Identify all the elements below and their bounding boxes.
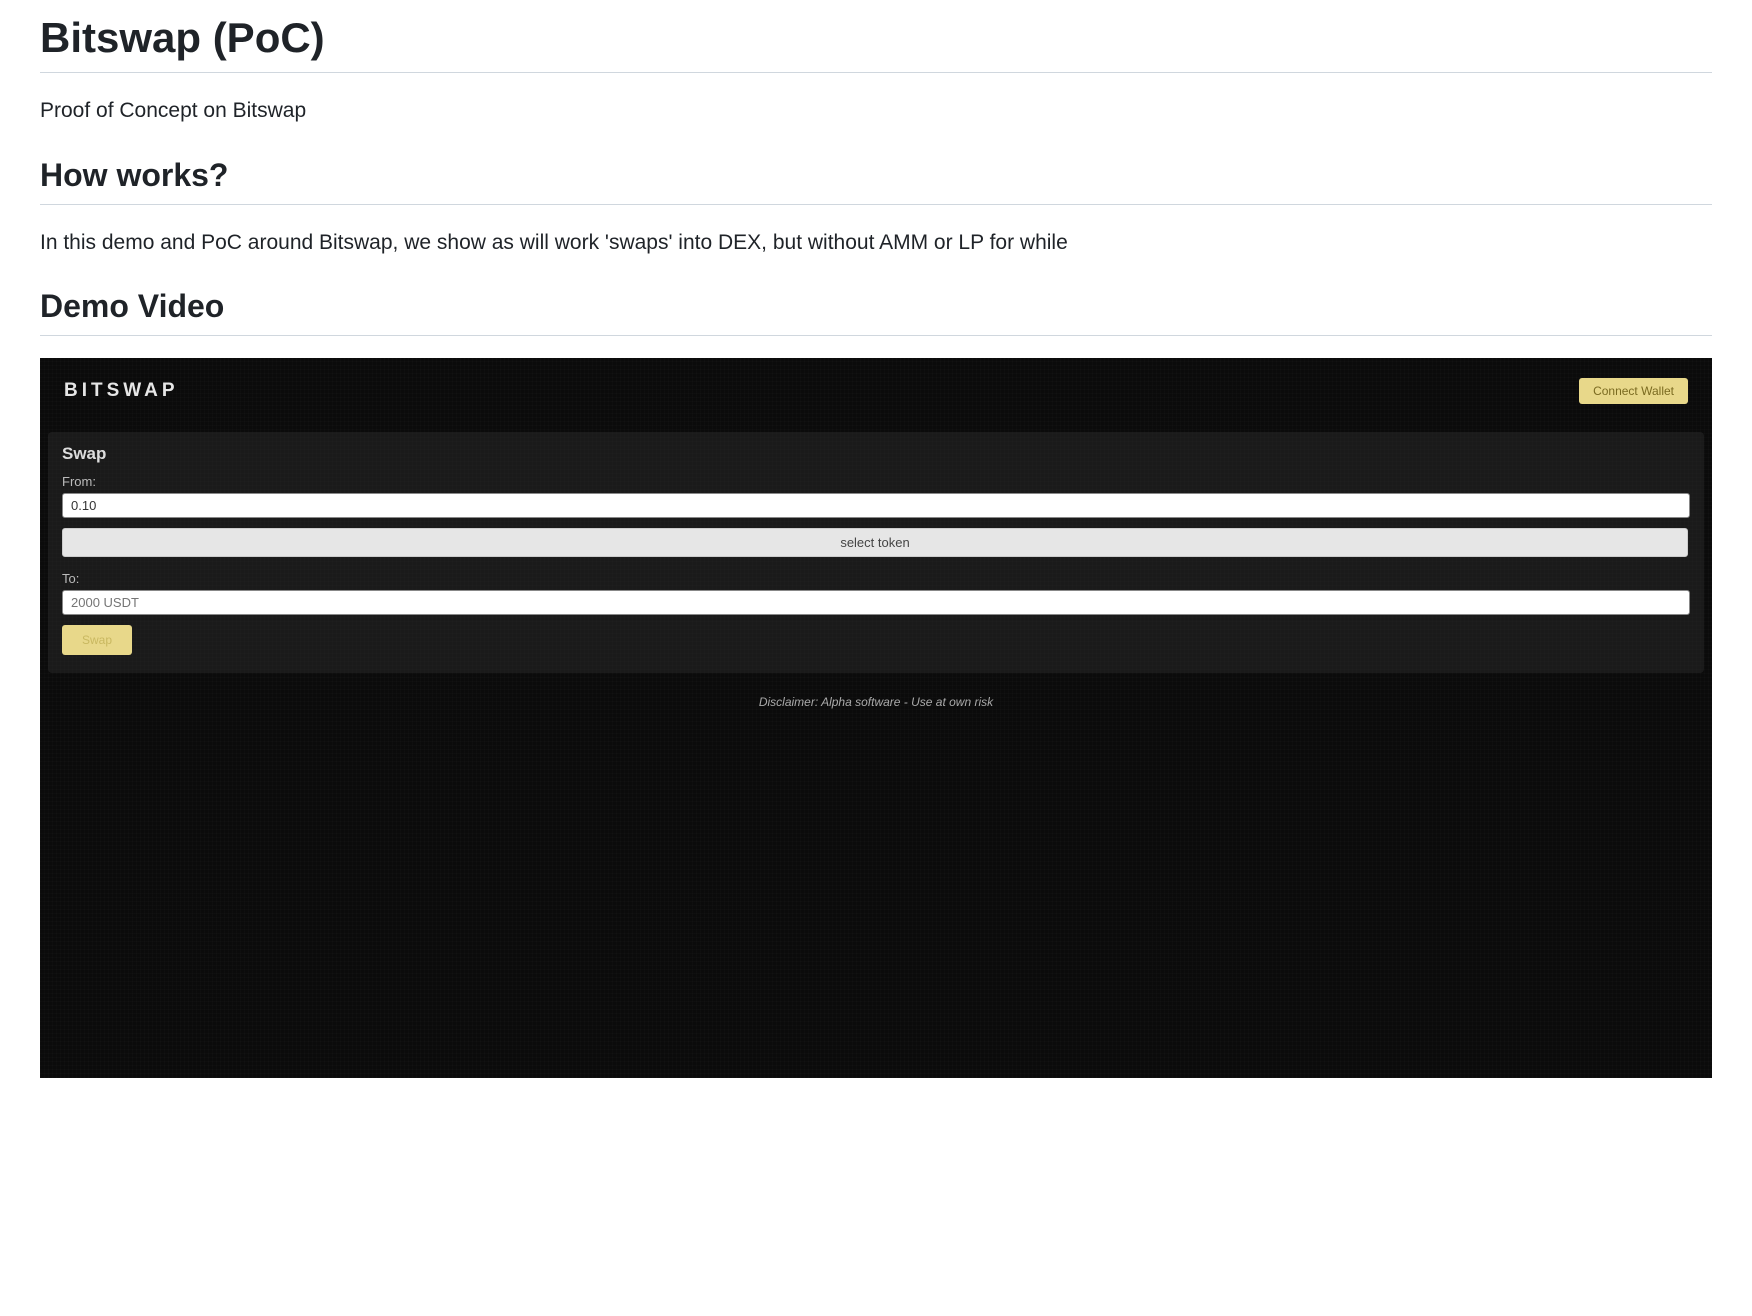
to-label: To: [62, 571, 1690, 586]
swap-button[interactable]: Swap [62, 625, 132, 655]
swap-title: Swap [62, 444, 1690, 464]
from-label: From: [62, 474, 1690, 489]
from-amount-input[interactable] [62, 493, 1690, 518]
swap-panel: Swap From: select token To: Swap [48, 432, 1704, 673]
how-works-heading: How works? [40, 157, 1712, 205]
app-brand: BITSWAP [64, 380, 179, 402]
demo-video-heading: Demo Video [40, 288, 1712, 336]
app-header: BITSWAP Connect Wallet [40, 358, 1712, 420]
page-title: Bitswap (PoC) [40, 14, 1712, 73]
to-amount-input[interactable] [62, 590, 1690, 615]
demo-video-screenshot: BITSWAP Connect Wallet Swap From: select… [40, 358, 1712, 1078]
page-subtitle: Proof of Concept on Bitswap [40, 95, 1712, 127]
select-token-button[interactable]: select token [62, 528, 1688, 557]
connect-wallet-button[interactable]: Connect Wallet [1579, 378, 1688, 404]
how-works-body: In this demo and PoC around Bitswap, we … [40, 227, 1712, 259]
disclaimer-text: Disclaimer: Alpha software - Use at own … [40, 695, 1712, 709]
